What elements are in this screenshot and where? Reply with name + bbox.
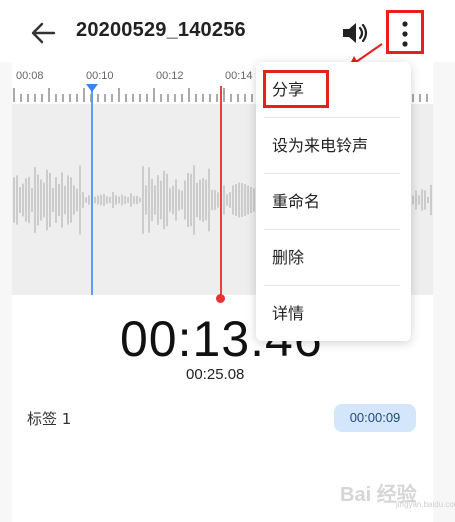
app-header: 20200529_140256 xyxy=(0,0,455,68)
recorder-screen: 20200529_140256 00:08 00:10 00:12 00:14 xyxy=(0,0,455,522)
arrow-left-icon[interactable] xyxy=(28,18,58,48)
watermark-url: jingyan.baidu.com xyxy=(396,500,455,509)
right-gutter xyxy=(433,0,455,522)
playhead-handle[interactable] xyxy=(216,294,225,303)
menu-item-set-ringtone[interactable]: 设为来电铃声 xyxy=(256,118,411,174)
share-annotation-box xyxy=(263,70,329,108)
tag-time-chip[interactable]: 00:00:09 xyxy=(334,404,416,432)
tag-label[interactable]: 标签 1 xyxy=(27,408,71,429)
ruler-tick-label: 00:12 xyxy=(156,70,184,82)
total-duration: 00:25.08 xyxy=(186,366,245,383)
menu-item-rename[interactable]: 重命名 xyxy=(256,174,411,230)
more-button[interactable] xyxy=(386,10,424,54)
tag-marker-line xyxy=(91,86,93,295)
ruler-tick-label: 00:10 xyxy=(86,70,114,82)
left-gutter xyxy=(0,0,12,522)
page-title: 20200529_140256 xyxy=(76,19,246,41)
more-vertical-icon xyxy=(402,21,408,47)
menu-item-delete[interactable]: 删除 xyxy=(256,230,411,286)
ruler-tick-label: 00:08 xyxy=(16,70,44,82)
ruler-tick-label: 00:14 xyxy=(225,70,253,82)
menu-item-details[interactable]: 详情 xyxy=(256,286,411,342)
playhead-line[interactable] xyxy=(220,86,222,297)
tag-marker-flag[interactable] xyxy=(86,84,98,92)
